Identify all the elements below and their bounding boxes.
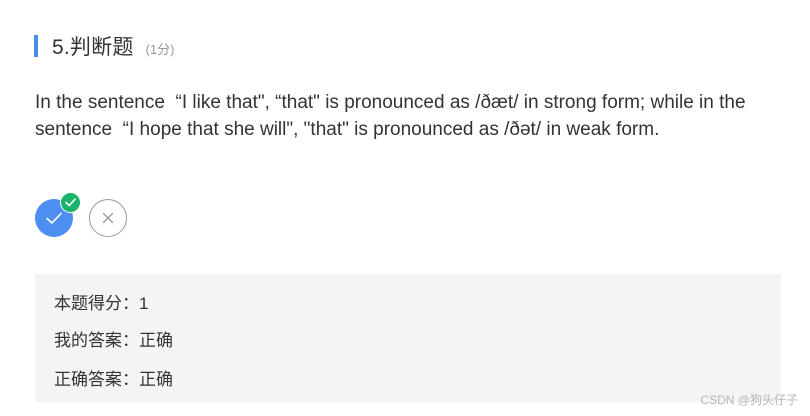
question-title: 5.判断题 xyxy=(52,36,134,59)
watermark: CSDN @狗头仔子 xyxy=(700,393,798,407)
check-icon xyxy=(65,198,76,207)
selected-badge xyxy=(60,192,81,213)
answer-options xyxy=(35,192,127,237)
option-false-button[interactable] xyxy=(89,199,127,237)
close-icon xyxy=(102,212,114,224)
question-score: (1分) xyxy=(145,41,175,57)
check-icon xyxy=(46,212,62,224)
question-text: In the sentence “I like that", “that" is… xyxy=(35,92,746,140)
accent-bar xyxy=(34,35,38,57)
option-true-button[interactable] xyxy=(35,192,81,237)
result-panel: 本题得分：1 我的答案：正确 正确答案：正确 xyxy=(35,274,781,402)
score-line: 本题得分：1 xyxy=(54,294,149,313)
my-answer-line: 我的答案：正确 xyxy=(54,331,173,350)
correct-answer-line: 正确答案：正确 xyxy=(54,370,173,389)
question-header: 5.判断题 (1分) xyxy=(34,32,174,60)
